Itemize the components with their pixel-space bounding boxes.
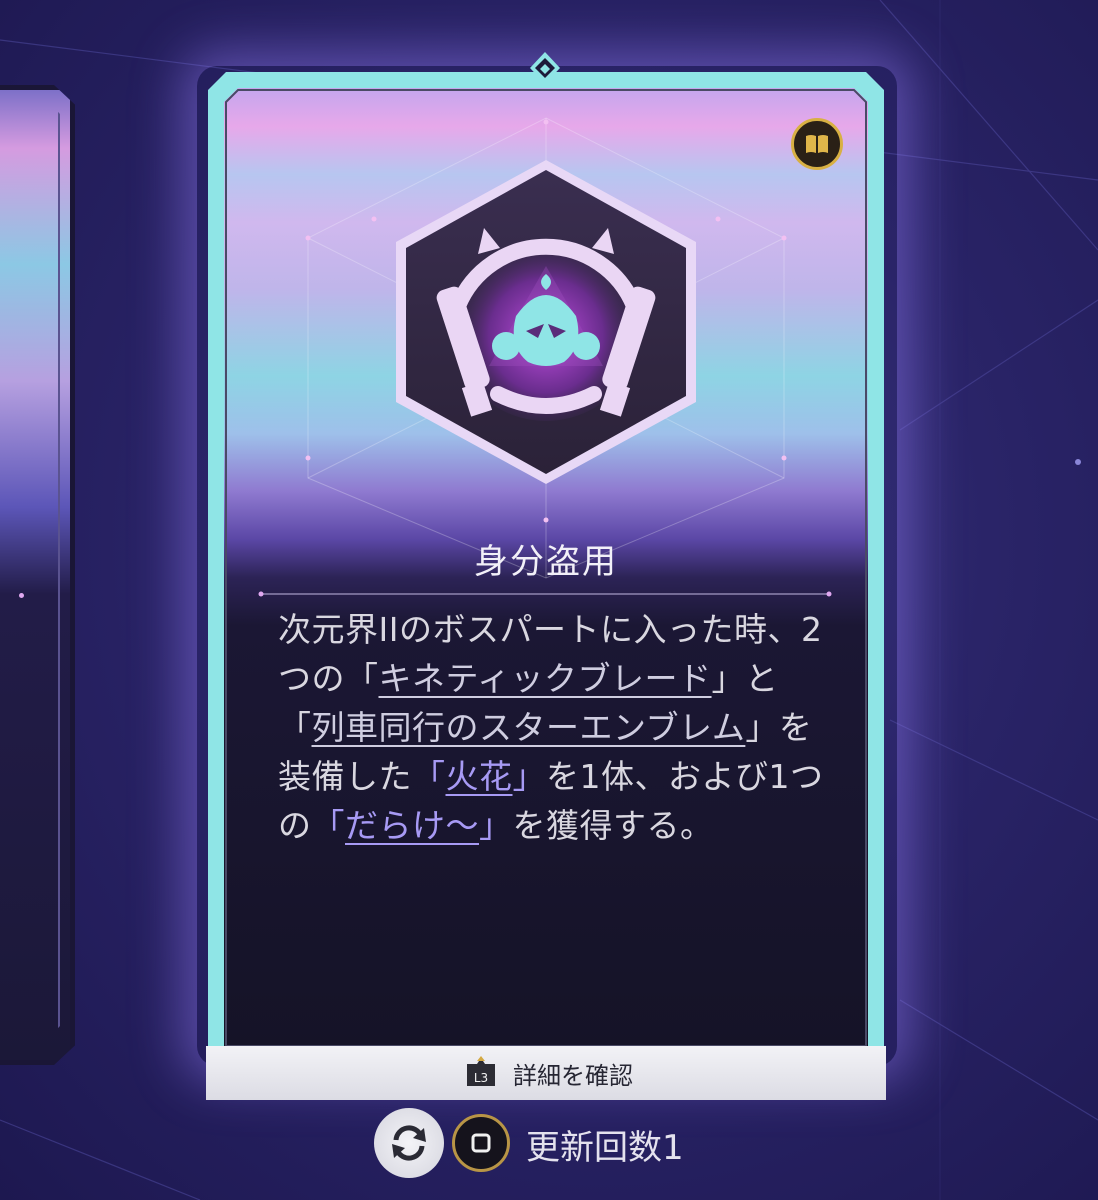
link-kinetic-blade[interactable]: キネティックブレード <box>379 659 712 698</box>
desc-bracket: 「 <box>412 757 446 796</box>
l3-key-icon: L3 <box>459 1056 503 1090</box>
card-description: 次元界IIのボスパートに入った時、2つの「キネティックブレード」と「列車同行のス… <box>278 605 838 850</box>
square-button-icon[interactable] <box>452 1114 510 1172</box>
spark-mask-bat-icon <box>396 160 696 484</box>
link-star-emblem[interactable]: 列車同行のスターエンブレム <box>312 708 746 747</box>
previous-card-border <box>0 95 60 1045</box>
card-top-marker-icon <box>530 52 560 84</box>
desc-bracket: 」 <box>512 757 546 796</box>
view-details-label: 詳細を確認 <box>513 1061 633 1090</box>
l3-key-label: L3 <box>474 1071 488 1085</box>
desc-text: と <box>745 659 779 698</box>
desc-bracket: 「 <box>278 708 312 747</box>
desc-bracket: 」 <box>479 806 513 845</box>
desc-bracket: 「 <box>345 659 379 698</box>
refresh-count: 更新回数1 <box>526 1128 684 1168</box>
refresh-button[interactable] <box>374 1108 444 1178</box>
desc-bracket: 」 <box>711 659 746 698</box>
view-details-button[interactable]: L3 詳細を確認 <box>206 1046 886 1100</box>
desc-text: を獲得する。 <box>512 806 714 845</box>
link-darake[interactable]: だらけ〜 <box>345 806 479 845</box>
desc-bracket: 「 <box>311 806 345 845</box>
title-divider <box>258 591 832 597</box>
previous-card-dot <box>19 593 24 598</box>
link-sparkle[interactable]: 火花 <box>446 757 513 796</box>
refresh-icon <box>392 1125 426 1161</box>
desc-bracket: 」 <box>745 708 779 747</box>
card-title: 身分盗用 <box>474 542 618 582</box>
book-icon[interactable] <box>791 118 843 170</box>
